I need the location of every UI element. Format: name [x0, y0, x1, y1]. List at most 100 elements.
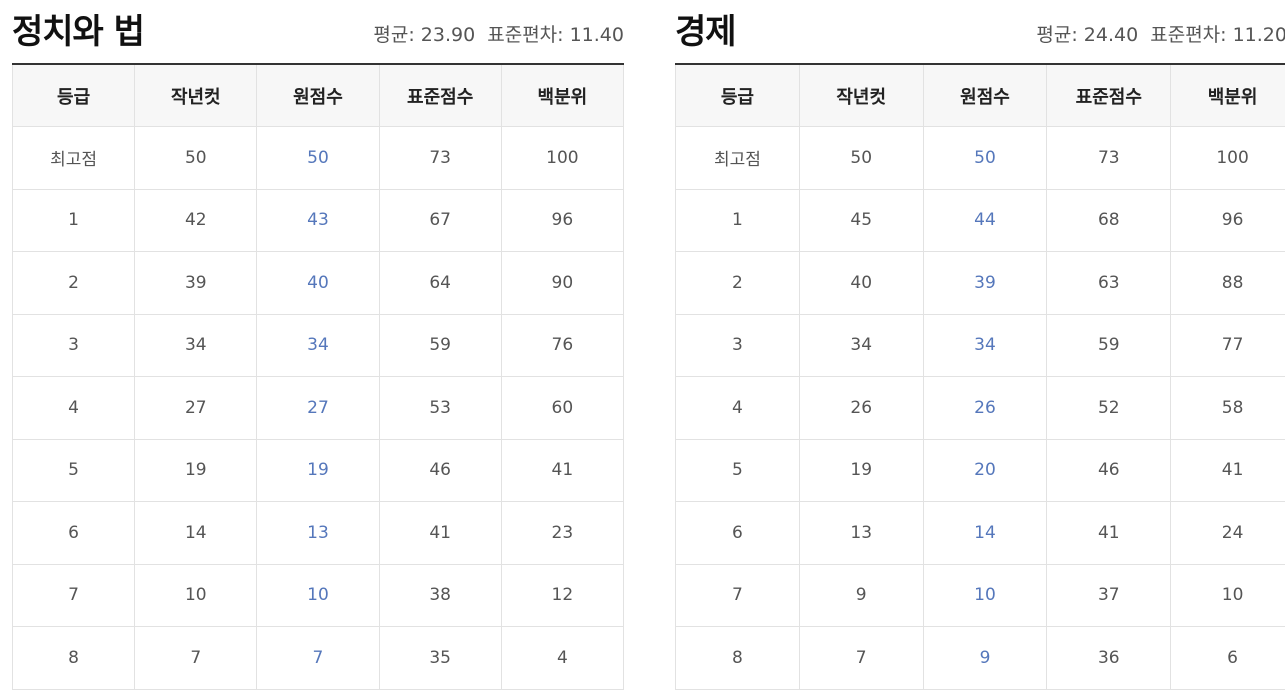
- subject-title: 정치와 법: [12, 12, 145, 52]
- panel-economics: 경제 평균: 24.40 표준편차: 11.20 등급 작년컷 원점수 표준점수 백분위…: [675, 0, 1285, 690]
- mean-label: 평균: 24.40: [1036, 24, 1139, 46]
- last-year-cut-cell: 50: [134, 126, 258, 190]
- standard-score-cell: 36: [1046, 626, 1172, 690]
- panel-header: 정치와 법 평균: 23.90 표준편차: 11.40: [12, 0, 624, 65]
- last-year-cut-cell: 10: [134, 563, 258, 627]
- last-year-cut-cell: 27: [134, 376, 258, 440]
- table-header-row: 등급 작년컷 원점수 표준점수 백분위: [675, 65, 1285, 127]
- table-row: 2 40 39 63 88: [675, 251, 1285, 315]
- grade-cell: 4: [675, 376, 800, 440]
- standard-score-cell: 46: [378, 438, 502, 502]
- standard-score-cell: 41: [1046, 501, 1172, 565]
- grade-cell: 최고점: [675, 126, 800, 190]
- sd-label: 표준편차: 11.20: [1150, 24, 1285, 46]
- header-last-year-cut: 작년컷: [134, 65, 258, 127]
- grade-cell: 7: [11, 563, 136, 627]
- percentile-cell: 100: [500, 126, 625, 190]
- grade-cell: 2: [11, 251, 136, 315]
- standard-score-cell: 38: [378, 563, 502, 627]
- last-year-cut-cell: 42: [134, 188, 258, 252]
- table-row: 최고점 50 50 73 100: [675, 126, 1285, 190]
- raw-score-cell: 50: [922, 126, 1048, 190]
- subject-title: 경제: [675, 12, 737, 52]
- last-year-cut-cell: 39: [134, 251, 258, 315]
- percentile-cell: 100: [1170, 126, 1285, 190]
- raw-score-cell: 7: [256, 626, 380, 690]
- last-year-cut-cell: 14: [134, 501, 258, 565]
- grade-cell: 2: [675, 251, 800, 315]
- standard-score-cell: 46: [1046, 438, 1172, 502]
- percentile-cell: 77: [1170, 313, 1285, 377]
- table-row: 1 42 43 67 96: [11, 188, 625, 252]
- standard-score-cell: 53: [378, 376, 502, 440]
- last-year-cut-cell: 26: [798, 376, 924, 440]
- percentile-cell: 4: [500, 626, 625, 690]
- standard-score-cell: 73: [378, 126, 502, 190]
- percentile-cell: 12: [500, 563, 625, 627]
- grade-cell: 5: [675, 438, 800, 502]
- raw-score-cell: 27: [256, 376, 380, 440]
- table-row: 8 7 7 35 4: [11, 626, 625, 690]
- raw-score-cell: 44: [922, 188, 1048, 252]
- grade-cell: 6: [11, 501, 136, 565]
- percentile-cell: 76: [500, 313, 625, 377]
- raw-score-cell: 34: [256, 313, 380, 377]
- grade-cell: 4: [11, 376, 136, 440]
- standard-score-cell: 68: [1046, 188, 1172, 252]
- percentile-cell: 41: [500, 438, 625, 502]
- table-row: 2 39 40 64 90: [11, 251, 625, 315]
- table-row: 최고점 50 50 73 100: [11, 126, 625, 190]
- grade-cell: 1: [11, 188, 136, 252]
- table-row: 5 19 20 46 41: [675, 438, 1285, 502]
- percentile-cell: 96: [1170, 188, 1285, 252]
- standard-score-cell: 67: [378, 188, 502, 252]
- header-standard-score: 표준점수: [1046, 65, 1172, 127]
- raw-score-cell: 14: [922, 501, 1048, 565]
- header-percentile: 백분위: [500, 65, 625, 127]
- last-year-cut-cell: 19: [134, 438, 258, 502]
- last-year-cut-cell: 9: [798, 563, 924, 627]
- raw-score-cell: 40: [256, 251, 380, 315]
- percentile-cell: 96: [500, 188, 625, 252]
- standard-score-cell: 59: [378, 313, 502, 377]
- grade-cell: 3: [11, 313, 136, 377]
- grade-cell: 7: [675, 563, 800, 627]
- header-standard-score: 표준점수: [378, 65, 502, 127]
- table-row: 1 45 44 68 96: [675, 188, 1285, 252]
- raw-score-cell: 19: [256, 438, 380, 502]
- last-year-cut-cell: 40: [798, 251, 924, 315]
- panel-politics-law: 정치와 법 평균: 23.90 표준편차: 11.40 등급 작년컷 원점수 표준점수…: [11, 0, 625, 690]
- table-row: 6 13 14 41 24: [675, 501, 1285, 565]
- sd-label: 표준편차: 11.40: [487, 24, 624, 46]
- table-row: 4 26 26 52 58: [675, 376, 1285, 440]
- last-year-cut-cell: 34: [798, 313, 924, 377]
- grade-cell: 3: [675, 313, 800, 377]
- last-year-cut-cell: 13: [798, 501, 924, 565]
- last-year-cut-cell: 45: [798, 188, 924, 252]
- table-row: 4 27 27 53 60: [11, 376, 625, 440]
- raw-score-cell: 9: [922, 626, 1048, 690]
- raw-score-cell: 26: [922, 376, 1048, 440]
- standard-score-cell: 64: [378, 251, 502, 315]
- score-stats: 평균: 24.40 표준편차: 11.20: [1036, 20, 1285, 47]
- raw-score-cell: 10: [922, 563, 1048, 627]
- raw-score-cell: 20: [922, 438, 1048, 502]
- last-year-cut-cell: 7: [134, 626, 258, 690]
- grade-cell: 최고점: [11, 126, 136, 190]
- standard-score-cell: 52: [1046, 376, 1172, 440]
- grade-table: 등급 작년컷 원점수 표준점수 백분위 최고점 50 50 73 100 1 42 43 67 96 2 39…: [11, 65, 625, 690]
- header-grade: 등급: [675, 65, 800, 127]
- table-row: 7 9 10 37 10: [675, 563, 1285, 627]
- percentile-cell: 41: [1170, 438, 1285, 502]
- header-raw-score: 원점수: [922, 65, 1048, 127]
- grade-cell: 6: [675, 501, 800, 565]
- table-row: 5 19 19 46 41: [11, 438, 625, 502]
- grade-cell: 5: [11, 438, 136, 502]
- table-row: 3 34 34 59 77: [675, 313, 1285, 377]
- grade-cell: 8: [11, 626, 136, 690]
- header-percentile: 백분위: [1170, 65, 1285, 127]
- mean-label: 평균: 23.90: [373, 24, 476, 46]
- percentile-cell: 58: [1170, 376, 1285, 440]
- table-header-row: 등급 작년컷 원점수 표준점수 백분위: [11, 65, 625, 127]
- header-grade: 등급: [11, 65, 136, 127]
